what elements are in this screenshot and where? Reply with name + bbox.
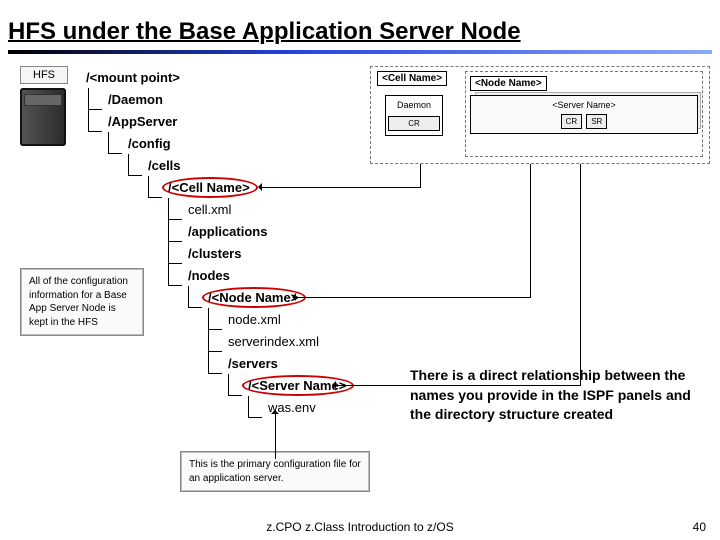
arrow-connector [420, 164, 421, 188]
title-underline [8, 50, 712, 54]
path-appserver: /AppServer [108, 114, 177, 129]
cr-box: CR [388, 116, 440, 131]
note-hfs-info: All of the configuration information for… [20, 268, 144, 336]
file-cell-xml: cell.xml [188, 202, 231, 217]
path-applications: /applications [188, 224, 267, 239]
path-daemon: /Daemon [108, 92, 163, 107]
path-mount: /<mount point> [86, 70, 180, 85]
path-cell-name: /<Cell Name> [168, 180, 250, 195]
slide-title: HFS under the Base Application Server No… [8, 18, 712, 46]
cell-name-box: <Cell Name> [377, 71, 447, 86]
path-config: /config [128, 136, 171, 151]
footer-text: z.CPO z.Class Introduction to z/OS [0, 520, 720, 534]
arrow-connector [530, 164, 531, 298]
node-name-box: <Node Name> [470, 76, 547, 91]
note-relationship: There is a direct relationship between t… [410, 366, 700, 425]
daemon-box: Daemon CR [385, 95, 443, 136]
hfs-tree: /<mount point> /Daemon /AppServer /confi… [80, 66, 346, 418]
node-box: <Node Name> <Server Name> CR SR [465, 71, 703, 157]
cell-box: <Cell Name> Daemon CR <Node Name> <Serve… [370, 66, 710, 164]
hfs-label: HFS [20, 66, 68, 84]
path-nodes: /nodes [188, 268, 230, 283]
file-node-xml: node.xml [228, 312, 281, 327]
server-image [20, 88, 66, 146]
path-cells: /cells [148, 158, 181, 173]
server-name-box: <Server Name> CR SR [470, 95, 698, 134]
arrow-cell [260, 187, 420, 188]
page-number: 40 [693, 520, 706, 534]
arrow-connector [580, 164, 581, 386]
note-connector [275, 411, 276, 459]
arrow-node [294, 297, 530, 298]
arrowhead-up-icon [271, 406, 279, 414]
path-clusters: /clusters [188, 246, 241, 261]
path-node-name: /<Node Name> [208, 290, 298, 305]
sr-label: SR [586, 114, 607, 129]
cr-label: CR [561, 114, 583, 129]
path-servers: /servers [228, 356, 278, 371]
diagram: HFS /<mount point> /Daemon /AppServer /c… [10, 66, 710, 500]
file-serverindex-xml: serverindex.xml [228, 334, 319, 349]
